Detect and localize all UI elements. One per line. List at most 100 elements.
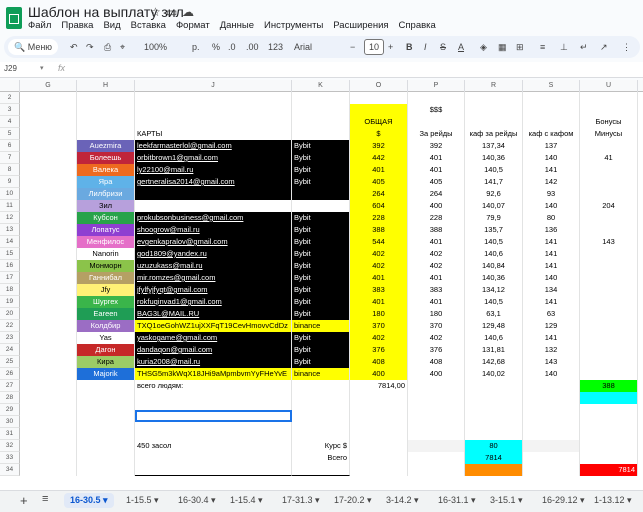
cell-p18[interactable]: 383: [408, 284, 465, 296]
cell-h27[interactable]: [77, 380, 135, 392]
cell-s19[interactable]: 141: [523, 296, 580, 308]
cell-j24[interactable]: dandaqon@gmail.com: [135, 344, 292, 356]
zoom-select[interactable]: 100%: [144, 39, 167, 55]
cell-j23[interactable]: yaskogame@gmail.com: [135, 332, 292, 344]
cell-k7[interactable]: Bybit: [292, 152, 350, 164]
row-header-2[interactable]: 2: [0, 92, 20, 104]
cell-u33[interactable]: [580, 452, 638, 464]
row-header-9[interactable]: 9: [0, 176, 20, 188]
cell-k20[interactable]: Bybit: [292, 308, 350, 320]
cell-s11[interactable]: 140: [523, 200, 580, 212]
row-header-30[interactable]: 30: [0, 416, 20, 428]
cell-u31[interactable]: [580, 428, 638, 440]
cell-r5[interactable]: каф за рейды: [465, 128, 523, 140]
cell-j27[interactable]: всего людям:: [135, 380, 292, 392]
cell-p32[interactable]: [408, 440, 465, 452]
cell-j8[interactable]: ly22100@mail.ru: [135, 164, 292, 176]
cell-u19[interactable]: [580, 296, 638, 308]
decrease-decimal-button[interactable]: .0: [228, 39, 236, 55]
percent-button[interactable]: %: [212, 39, 220, 55]
undo-icon[interactable]: ↶: [70, 39, 78, 55]
cell-g7[interactable]: [20, 152, 77, 164]
row-header-6[interactable]: 6: [0, 140, 20, 152]
paint-format-icon[interactable]: ⌖: [120, 39, 125, 55]
cell-o6[interactable]: 392: [350, 140, 408, 152]
cell-h13[interactable]: Лопатус: [77, 224, 135, 236]
cell-j26[interactable]: THSG5m3kWqX18JHi9aMpmbvmYyFHeYvE: [135, 368, 292, 380]
cell-s25[interactable]: 143: [523, 356, 580, 368]
cell-u11[interactable]: 204: [580, 200, 638, 212]
cell-g2[interactable]: [20, 92, 77, 104]
cell-h5[interactable]: [77, 128, 135, 140]
row-header-22[interactable]: 22: [0, 320, 20, 332]
cell-s17[interactable]: 140: [523, 272, 580, 284]
row-header-25[interactable]: 25: [0, 356, 20, 368]
cell-k4[interactable]: [292, 116, 350, 128]
cell-h33[interactable]: [77, 452, 135, 464]
row-header-29[interactable]: 29: [0, 404, 20, 416]
cell-u3[interactable]: [580, 104, 638, 116]
cell-s22[interactable]: 129: [523, 320, 580, 332]
row-header-23[interactable]: 23: [0, 332, 20, 344]
cell-h10[interactable]: Лилбризи: [77, 188, 135, 200]
cell-h12[interactable]: Кубсон: [77, 212, 135, 224]
cell-s27[interactable]: [523, 380, 580, 392]
cell-o29[interactable]: [350, 404, 408, 416]
cell-o23[interactable]: 402: [350, 332, 408, 344]
cell-k2[interactable]: [292, 92, 350, 104]
menu-insert[interactable]: Вставка: [131, 20, 166, 31]
row-header-17[interactable]: 17: [0, 272, 20, 284]
selected-cell-j29[interactable]: [135, 410, 292, 422]
cell-p7[interactable]: 401: [408, 152, 465, 164]
cell-p17[interactable]: 401: [408, 272, 465, 284]
cell-o22[interactable]: 370: [350, 320, 408, 332]
cell-o30[interactable]: [350, 416, 408, 428]
cell-s29[interactable]: [523, 404, 580, 416]
cell-o24[interactable]: 376: [350, 344, 408, 356]
sheet-tab-16-30.4[interactable]: 16-30.4 ▾: [178, 495, 216, 506]
cloud-icon[interactable]: ☁: [182, 5, 194, 19]
cell-h17[interactable]: Ганнибал: [77, 272, 135, 284]
cell-o10[interactable]: 264: [350, 188, 408, 200]
cell-s4[interactable]: [523, 116, 580, 128]
cell-o13[interactable]: 388: [350, 224, 408, 236]
cell-h18[interactable]: Jfy: [77, 284, 135, 296]
cell-r9[interactable]: 141,7: [465, 176, 523, 188]
cell-s9[interactable]: 142: [523, 176, 580, 188]
row-header-24[interactable]: 24: [0, 344, 20, 356]
cell-s31[interactable]: [523, 428, 580, 440]
sheets-logo[interactable]: [6, 7, 22, 29]
cell-u14[interactable]: 143: [580, 236, 638, 248]
menu-edit[interactable]: Правка: [61, 20, 93, 31]
cell-j6[interactable]: leekfarmasterlol@gmail.com: [135, 140, 292, 152]
cell-u34[interactable]: 7814: [580, 464, 638, 476]
cell-h15[interactable]: Nanorin: [77, 248, 135, 260]
cell-h4[interactable]: [77, 116, 135, 128]
print-icon[interactable]: ⎙: [104, 39, 111, 55]
cell-g26[interactable]: [20, 368, 77, 380]
cell-g25[interactable]: [20, 356, 77, 368]
cell-o8[interactable]: 401: [350, 164, 408, 176]
cell-k30[interactable]: [292, 416, 350, 428]
sheet-tab-17-20.2[interactable]: 17-20.2 ▾: [334, 495, 372, 506]
cell-r2[interactable]: [465, 92, 523, 104]
cell-g10[interactable]: [20, 188, 77, 200]
sheet-tab-16-31.1[interactable]: 16-31.1 ▾: [438, 495, 476, 506]
cell-p25[interactable]: 408: [408, 356, 465, 368]
cell-o27[interactable]: 7814,00: [350, 380, 408, 392]
bold-button[interactable]: B: [406, 39, 413, 55]
cell-s7[interactable]: 140: [523, 152, 580, 164]
cell-g3[interactable]: [20, 104, 77, 116]
currency-button[interactable]: р.: [192, 39, 200, 55]
cell-g6[interactable]: [20, 140, 77, 152]
cell-s28[interactable]: [523, 392, 580, 404]
cell-r23[interactable]: 140,6: [465, 332, 523, 344]
cell-p19[interactable]: 401: [408, 296, 465, 308]
cell-s33[interactable]: [523, 452, 580, 464]
cell-k31[interactable]: [292, 428, 350, 440]
row-header-13[interactable]: 13: [0, 224, 20, 236]
cell-p6[interactable]: 392: [408, 140, 465, 152]
cell-r17[interactable]: 140,36: [465, 272, 523, 284]
cell-p26[interactable]: 400: [408, 368, 465, 380]
column-header-s[interactable]: S: [523, 80, 580, 92]
